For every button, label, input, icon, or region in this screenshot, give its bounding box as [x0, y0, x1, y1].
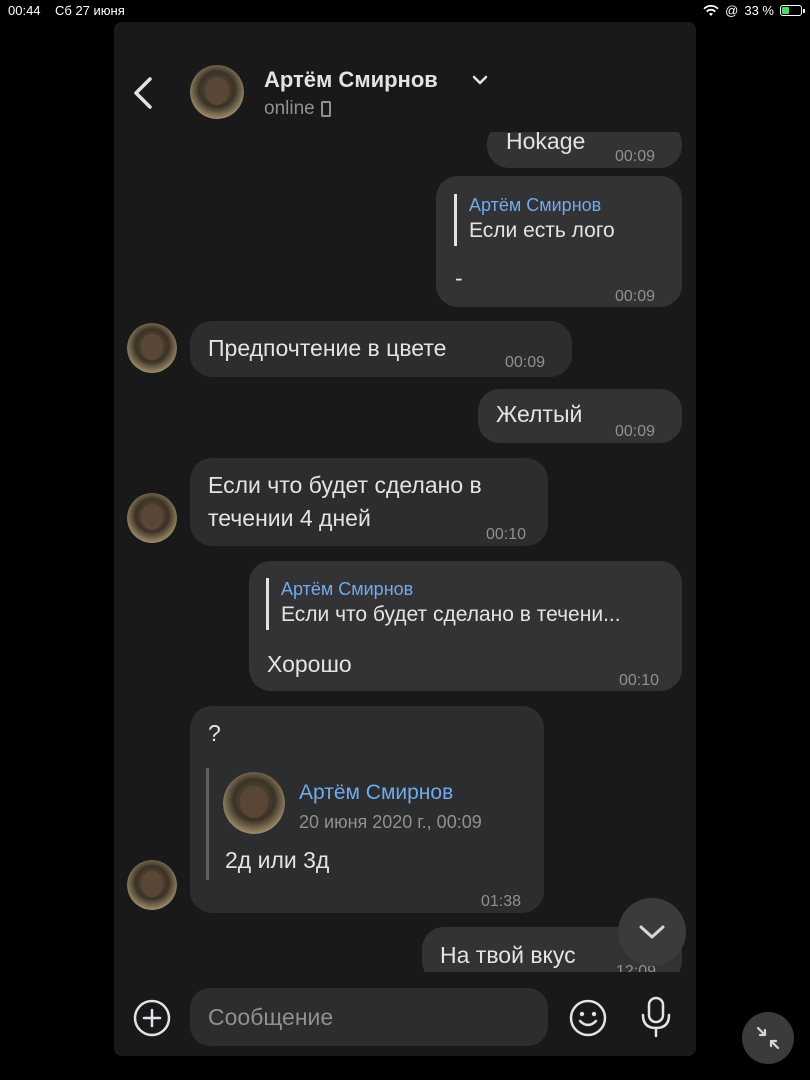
message-outgoing[interactable]: Артём Смирнов Если есть лого - 00:09	[436, 176, 682, 307]
plus-icon[interactable]	[132, 998, 172, 1038]
clock: 00:44	[8, 3, 41, 18]
avatar[interactable]	[127, 323, 177, 373]
date: Сб 27 июня	[55, 3, 125, 18]
status-text: online	[264, 98, 315, 119]
forward-date: 20 июня 2020 г., 00:09	[299, 812, 482, 832]
phone-icon	[320, 101, 331, 117]
message-time: 00:09	[615, 423, 656, 440]
message-text: На твой вкус	[440, 942, 576, 968]
forward-text: 2д или 3д	[225, 847, 330, 873]
forward-avatar	[223, 772, 285, 834]
message-composer	[114, 972, 696, 1056]
message-input[interactable]	[190, 988, 548, 1046]
quote-author: Артём Смирнов	[469, 195, 602, 215]
message-incoming[interactable]: ? Артём Смирнов 20 июня 2020 г., 00:09 2…	[190, 706, 544, 913]
avatar[interactable]	[190, 65, 244, 119]
message-text: ?	[208, 720, 221, 746]
message-time: 00:09	[505, 354, 546, 371]
message-text: Предпочтение в цвете	[208, 335, 447, 361]
forward-author: Артём Смирнов	[299, 781, 454, 804]
contact-status: online	[264, 98, 331, 120]
message-text: -	[455, 265, 463, 291]
message-time: 01:38	[481, 893, 522, 910]
battery-icon	[780, 5, 805, 16]
message-time: 00:09	[615, 148, 656, 165]
status-icons: @ 33 %	[703, 3, 805, 18]
message-time: 00:10	[619, 672, 660, 689]
collapse-icon	[756, 1026, 780, 1050]
reply-quote[interactable]: Артём Смирнов Если что будет сделано в т…	[266, 578, 621, 630]
avatar[interactable]	[127, 860, 177, 910]
scroll-down-button[interactable]	[618, 898, 686, 966]
message-text: Желтый	[496, 401, 583, 427]
avatar[interactable]	[127, 493, 177, 543]
message-time: 00:09	[615, 288, 656, 305]
message-incoming[interactable]: Предпочтение в цвете 00:09	[190, 321, 572, 377]
message-text: Хорошо	[267, 651, 352, 677]
battery-percent: 33 %	[744, 3, 774, 18]
wifi-icon	[703, 4, 719, 16]
quote-text: Если что будет сделано в течени...	[281, 603, 621, 626]
chat-header: Артём Смирнов online	[114, 22, 696, 132]
chat-window: Нokage 00:09 Артём Смирнов Если есть лог…	[114, 22, 696, 1056]
status-bar: 00:44 Сб 27 июня @ 33 %	[0, 0, 810, 22]
orientation-lock-icon: @	[725, 3, 739, 18]
emoji-icon[interactable]	[568, 998, 608, 1038]
message-list[interactable]: Нokage 00:09 Артём Смирнов Если есть лог…	[114, 22, 696, 983]
message-outgoing[interactable]: Артём Смирнов Если что будет сделано в т…	[249, 561, 682, 691]
message-incoming[interactable]: Если что будет сделано в течении 4 дней …	[190, 458, 548, 546]
quote-author: Артём Смирнов	[281, 579, 414, 599]
contact-name[interactable]: Артём Смирнов	[264, 67, 438, 93]
message-outgoing[interactable]: Желтый 00:09	[478, 389, 682, 443]
back-icon[interactable]	[128, 76, 158, 110]
message-time: 00:10	[486, 526, 527, 543]
mic-icon[interactable]	[638, 996, 674, 1038]
collapse-button[interactable]	[742, 1012, 794, 1064]
arrow-down-icon	[639, 925, 665, 939]
quote-text: Если есть лого	[469, 219, 615, 242]
reply-quote[interactable]: Артём Смирнов Если есть лого	[454, 194, 615, 246]
forwarded-message[interactable]: Артём Смирнов 20 июня 2020 г., 00:09 2д …	[206, 768, 526, 880]
chevron-down-icon[interactable]	[472, 74, 488, 86]
